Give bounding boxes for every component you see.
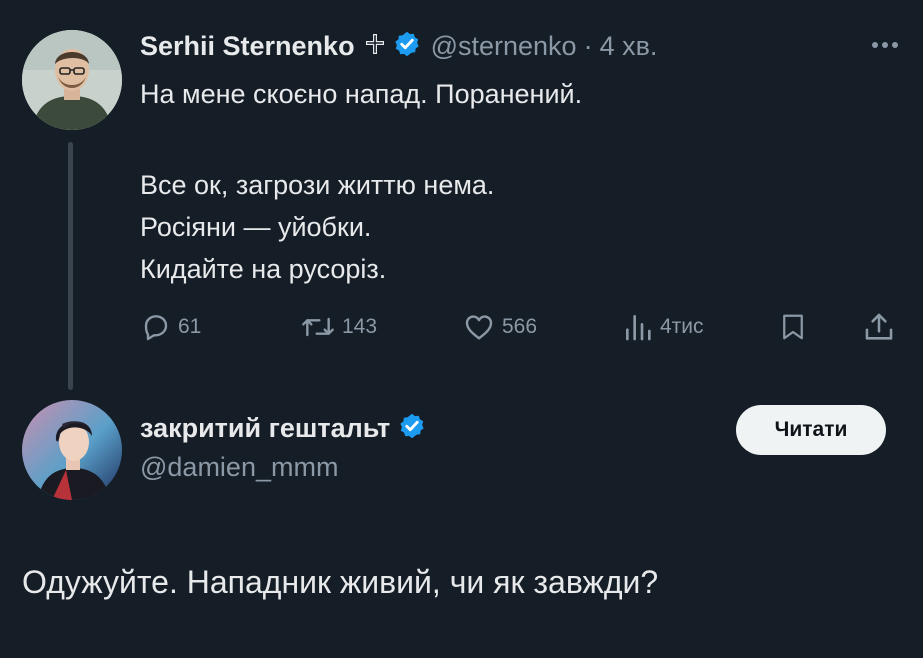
thread-line <box>68 142 73 390</box>
reply-author-display-name[interactable]: закритий гештальт <box>140 413 390 444</box>
repost-count: 143 <box>342 315 378 338</box>
repost-button[interactable]: 143 <box>300 306 377 348</box>
author-avatar[interactable] <box>22 30 122 130</box>
avatar-photo <box>22 30 122 130</box>
tweet-header: Serhii Sternenko @sternenko · 4 хв. <box>140 26 657 66</box>
reply-text: Одужуйте. Нападник живий, чи як завжди? <box>22 564 659 600</box>
avatar-photo <box>22 400 122 500</box>
verified-badge-icon[interactable] <box>398 412 426 445</box>
tweet-actions-bar: 61 143 566 4тис <box>140 306 910 348</box>
views-button[interactable]: 4тис <box>622 306 704 348</box>
like-count: 566 <box>502 315 538 338</box>
author-handle[interactable]: @sternenko <box>431 31 577 62</box>
tweet-text-line: Росіяни — уйобки. <box>140 212 372 242</box>
heart-icon <box>465 315 493 340</box>
like-button[interactable]: 566 <box>462 306 537 348</box>
tweet-text-line: Все ок, загрози життю нема. <box>140 170 495 200</box>
cross-badge-icon[interactable] <box>363 32 387 61</box>
views-count: 4тис <box>660 315 704 338</box>
share-icon <box>865 313 893 340</box>
tweet-timestamp[interactable]: 4 хв. <box>600 31 658 62</box>
follow-read-button[interactable]: Читати <box>736 405 886 455</box>
verified-badge-icon[interactable] <box>393 30 421 63</box>
reply-icon <box>144 315 168 341</box>
reply-button[interactable]: 61 <box>140 306 201 348</box>
reply-header: закритий гештальт <box>140 412 426 445</box>
author-display-name[interactable]: Serhii Sternenko <box>140 31 355 62</box>
bookmark-icon <box>783 314 803 340</box>
share-button[interactable] <box>862 306 896 348</box>
tweet-text-line: Кидайте на русоріз. <box>140 254 387 284</box>
views-chart-icon <box>626 315 651 341</box>
separator-dot: · <box>583 30 593 61</box>
tweet-text-line: На мене скоєно напад. Поранений. <box>140 79 583 109</box>
more-options-icon[interactable] <box>867 30 903 60</box>
bookmark-button[interactable] <box>778 306 808 348</box>
reply-author-handle[interactable]: @damien_mmm <box>140 452 338 483</box>
reply-author-avatar[interactable] <box>22 400 122 500</box>
repost-icon <box>302 317 334 337</box>
reply-count: 61 <box>178 315 202 338</box>
